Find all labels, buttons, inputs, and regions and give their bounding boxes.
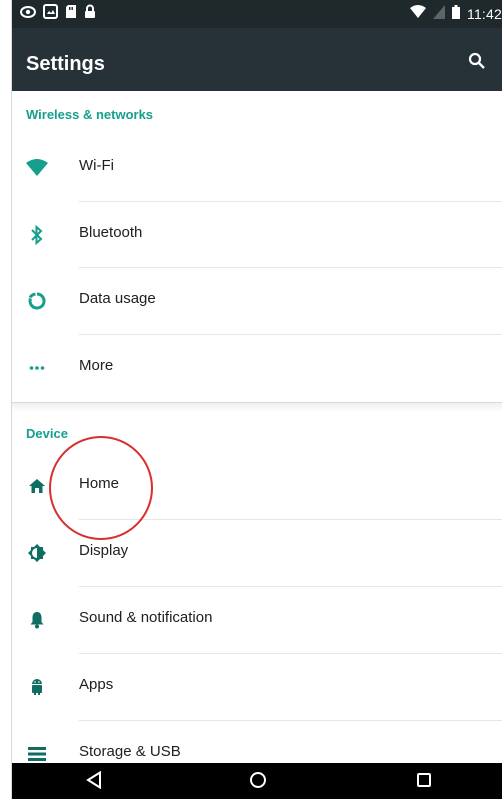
section-header-device: Device <box>26 426 68 441</box>
data-usage-icon <box>25 289 49 313</box>
settings-item-data-usage[interactable]: Data usage <box>12 268 502 334</box>
settings-item-bluetooth[interactable]: Bluetooth <box>12 202 502 268</box>
settings-item-home[interactable]: Home <box>12 453 502 519</box>
android-icon <box>25 675 49 699</box>
navigation-bar <box>12 763 502 799</box>
bluetooth-icon <box>25 223 49 247</box>
image-icon <box>43 4 58 24</box>
section-header-wireless: Wireless & networks <box>26 107 154 122</box>
page-title: Settings <box>26 53 105 75</box>
status-right-icons: 11:42 <box>410 4 502 24</box>
lock-icon <box>84 4 96 24</box>
settings-item-wifi[interactable]: Wi-Fi <box>12 135 502 201</box>
recents-button[interactable] <box>412 770 436 794</box>
recents-icon <box>416 772 432 793</box>
bell-icon <box>25 608 49 632</box>
more-icon <box>25 356 49 380</box>
settings-item-label: More <box>79 357 114 374</box>
settings-item-sound-notification[interactable]: Sound & notification <box>12 587 502 653</box>
home-nav-button[interactable] <box>246 770 270 794</box>
settings-item-label: Wi-Fi <box>79 157 114 174</box>
section-separator <box>12 402 502 412</box>
wifi-icon <box>25 156 49 180</box>
battery-icon <box>452 4 460 24</box>
settings-item-more[interactable]: More <box>12 335 502 401</box>
settings-list: Wireless & networks Wi-Fi Bluetooth Data… <box>12 91 502 763</box>
home-circle-icon <box>249 771 267 794</box>
app-bar: Settings <box>12 28 502 91</box>
search-button[interactable] <box>464 50 490 76</box>
signal-icon <box>433 4 445 24</box>
back-button[interactable] <box>82 770 106 794</box>
eye-icon <box>20 5 36 23</box>
settings-item-label: Sound & notification <box>79 609 213 626</box>
settings-item-label: Storage & USB <box>79 743 181 760</box>
clock-time: 11:42 <box>467 6 502 22</box>
settings-item-apps[interactable]: Apps <box>12 654 502 720</box>
status-left-icons <box>20 4 96 24</box>
settings-item-display[interactable]: Display <box>12 520 502 586</box>
display-icon <box>25 541 49 565</box>
sd-card-icon <box>65 4 77 24</box>
settings-item-label: Display <box>79 542 129 559</box>
settings-item-label: Bluetooth <box>79 224 143 241</box>
home-icon <box>25 474 49 498</box>
settings-item-label: Home <box>79 475 120 492</box>
settings-screen: 11:42 Settings Wireless & networks Wi-Fi <box>12 0 502 799</box>
settings-item-label: Apps <box>79 676 114 693</box>
back-icon <box>86 770 102 794</box>
settings-item-label: Data usage <box>79 290 156 307</box>
wifi-icon <box>410 4 426 24</box>
status-bar: 11:42 <box>12 0 502 28</box>
search-icon <box>468 52 486 75</box>
device-frame: 11:42 Settings Wireless & networks Wi-Fi <box>0 0 502 799</box>
